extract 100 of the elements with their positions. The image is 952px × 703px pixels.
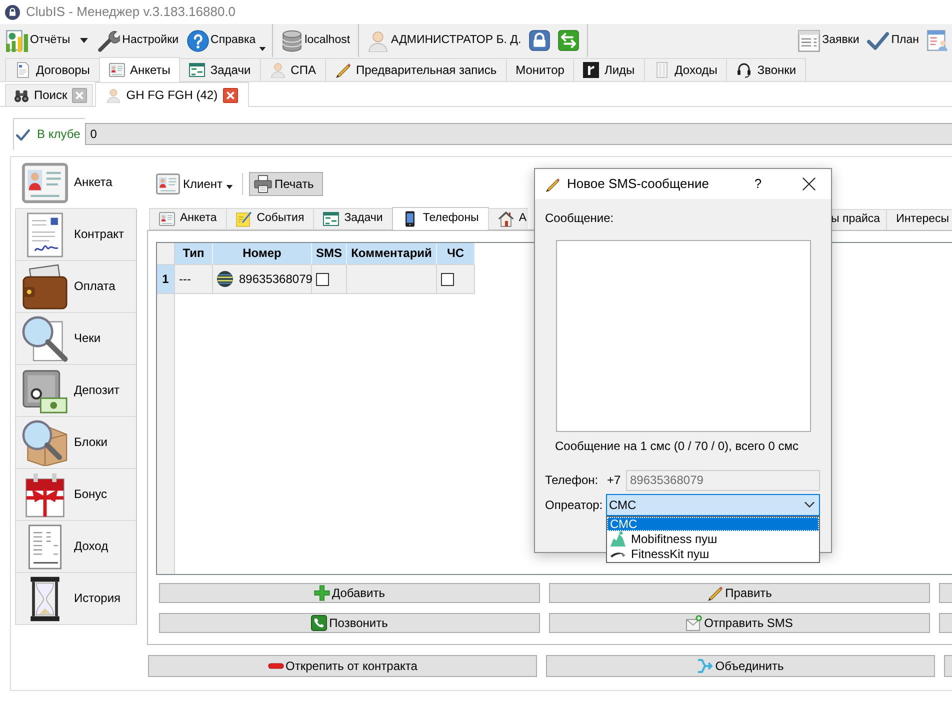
document-tab[interactable]: Поиск	[5, 84, 94, 106]
help-button[interactable]: ?	[748, 172, 768, 196]
user-icon	[270, 62, 286, 78]
magnifier-icon	[22, 316, 68, 362]
user-icon	[106, 88, 122, 102]
checkbox[interactable]	[441, 272, 454, 286]
tab[interactable]: СПА	[260, 58, 326, 81]
caret-icon	[226, 185, 232, 189]
toolbar-button[interactable]: Клиент	[151, 172, 236, 196]
toolbar-button[interactable]: Заявки	[794, 24, 864, 57]
toolbar-button[interactable]: План	[863, 24, 923, 57]
house-icon	[498, 211, 514, 227]
toolbar-button[interactable]: Настройки	[94, 24, 183, 57]
phone-icon	[311, 615, 328, 631]
button[interactable]: Править	[549, 583, 930, 603]
dropdown-option[interactable]: FitnessKit пуш	[607, 547, 819, 562]
user-icon	[367, 30, 390, 52]
message-field[interactable]	[556, 240, 811, 432]
sidebar-tab[interactable]: Чеки	[15, 313, 137, 365]
value-field: 0	[85, 123, 952, 145]
column-header[interactable]: Номер	[213, 243, 312, 265]
sidebar-tab[interactable]: Депозит	[15, 365, 137, 417]
prefix-label: +7	[607, 473, 622, 488]
tab[interactable]: ы прайса	[830, 209, 888, 230]
caret-icon	[258, 47, 266, 51]
column-header[interactable]: Комментарий	[347, 243, 437, 265]
button[interactable]: Отправить SMS	[549, 613, 930, 633]
toolbar-button[interactable]: АДМИНИСТРАТОР Б. Д.	[363, 24, 526, 57]
column-header[interactable]: SMS	[312, 243, 347, 265]
caret-icon	[80, 38, 88, 43]
id-card-icon	[108, 62, 125, 78]
row-header: 1	[157, 265, 174, 294]
toolbar-button[interactable]: localhost	[276, 24, 354, 57]
document-tab[interactable]: GH FG FGH (42)	[95, 82, 249, 107]
check-icon	[16, 128, 30, 142]
button[interactable]: Позвонить	[159, 613, 540, 633]
print-button[interactable]: Печать	[248, 172, 323, 196]
dropdown-option[interactable]: Mobifitness пуш	[607, 531, 819, 548]
tab[interactable]: Лиды	[573, 58, 645, 81]
message-label: Сообщение:	[545, 211, 615, 226]
safe-icon	[22, 368, 68, 414]
tab[interactable]: А	[488, 208, 528, 229]
sidebar-tab[interactable]: Контракт	[15, 209, 137, 261]
operator-dropdown[interactable]: СМС	[606, 494, 820, 516]
sidebar-tab[interactable]: История	[15, 573, 137, 625]
tab[interactable]: Задачи	[313, 208, 393, 229]
column-header[interactable]: Тип	[175, 243, 213, 265]
dialog-title: Новое SMS-сообщение	[567, 176, 710, 192]
pencil-icon	[707, 585, 724, 601]
chevron-icon	[804, 501, 815, 508]
task-list-icon	[323, 211, 340, 227]
pencil-icon	[334, 62, 351, 78]
tab[interactable]: Доходы	[644, 58, 728, 81]
help-icon	[186, 30, 209, 52]
printer-icon	[254, 175, 272, 193]
task-list-icon	[189, 62, 206, 78]
wallet-icon	[22, 264, 68, 310]
sidebar-tab[interactable]: Бонус	[15, 469, 137, 521]
box-magnifier-icon	[22, 420, 68, 466]
window-title: ClubIS - Менеджер v.3.183.16880.0	[26, 4, 236, 20]
sidebar-tab[interactable]: Оплата	[15, 261, 137, 313]
button[interactable]: Добавить	[159, 583, 540, 603]
status-label: В клубе	[37, 127, 80, 142]
id-card-icon	[159, 211, 175, 227]
pencil-icon	[545, 176, 560, 192]
table-cell: ---	[175, 265, 213, 294]
minus-icon	[268, 663, 284, 669]
tab[interactable]: Телефоны	[392, 207, 489, 230]
padlock-icon	[5, 4, 20, 20]
counter-text: Сообщение на 1 смс (0 / 70 / 0), всего 0 смс	[555, 439, 800, 454]
toolbar-button[interactable]: Отчёты	[2, 24, 74, 57]
ledger-icon	[654, 62, 670, 78]
close-icon[interactable]	[222, 88, 238, 102]
tab[interactable]: Анкеты	[98, 57, 180, 82]
wrench-icon	[98, 30, 120, 52]
bar-chart-icon	[6, 30, 28, 52]
swoosh-icon	[610, 550, 626, 558]
tab[interactable]: Интересы	[886, 209, 952, 230]
tab[interactable]: Договоры	[5, 58, 100, 81]
padlock-icon	[529, 30, 550, 51]
column-header[interactable]: ЧС	[437, 243, 475, 265]
button[interactable]: Объединить	[546, 655, 935, 677]
phone-label: Телефон:	[545, 473, 600, 488]
logo-icon	[583, 62, 600, 78]
sidebar-tab[interactable]: Доход	[15, 521, 137, 573]
sidebar-tab[interactable]: Блоки	[15, 417, 137, 469]
toolbar-button[interactable]: Справка	[182, 24, 268, 57]
tab[interactable]: Анкета	[149, 208, 227, 229]
figure-icon	[610, 531, 626, 548]
tab[interactable]: События	[226, 208, 314, 229]
checkbox[interactable]	[316, 272, 329, 286]
plus-icon	[314, 585, 330, 601]
swap-arrows-icon	[558, 30, 580, 51]
button[interactable]: Открепить от контракта	[148, 655, 537, 677]
dropdown-option[interactable]: СМС	[607, 516, 819, 532]
operator-label: Опреатор:	[545, 498, 604, 512]
tab[interactable]: Предварительная запись	[324, 58, 507, 81]
tab[interactable]: Звонки	[726, 58, 806, 81]
phone-number: 89635368079	[239, 272, 312, 286]
document-icon	[15, 62, 31, 78]
